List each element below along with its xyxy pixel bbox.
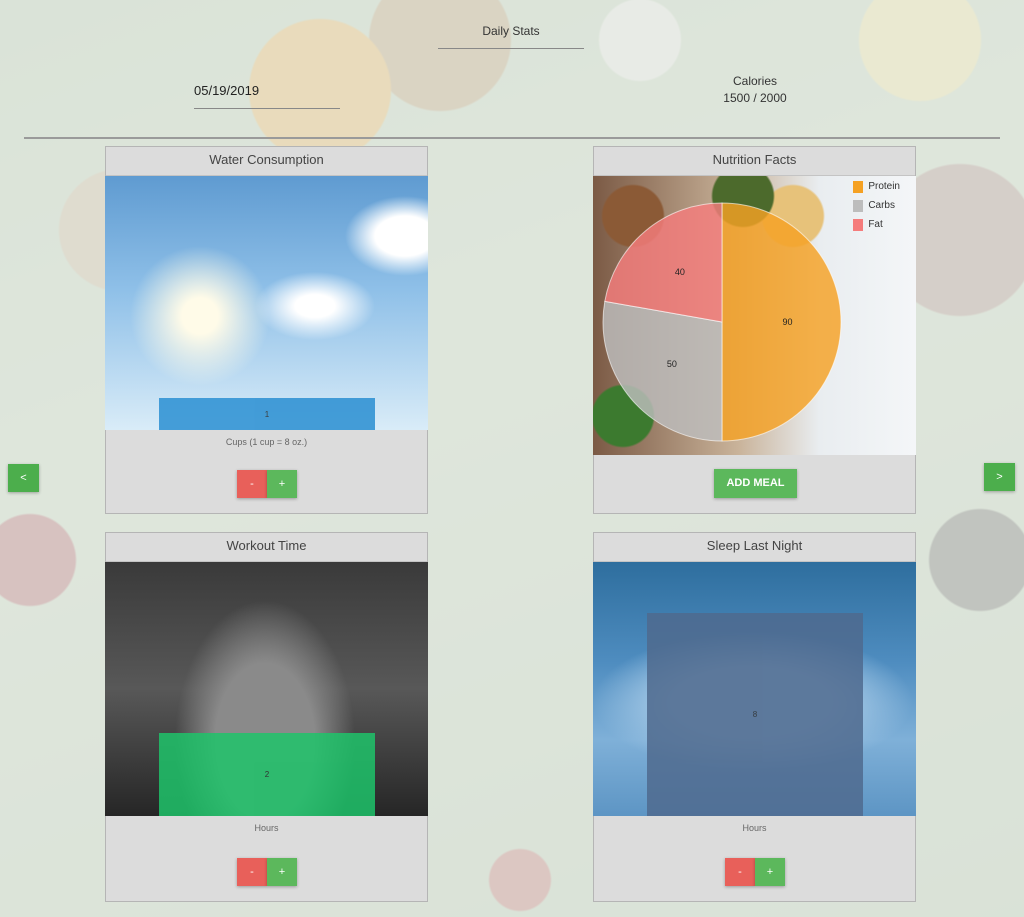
pie-label-protein: 90 — [782, 317, 792, 327]
page-title: Daily Stats — [438, 24, 584, 49]
sleep-caption: Hours — [742, 823, 767, 833]
workout-image: 2 — [105, 562, 428, 816]
pie-slice-fat — [604, 202, 723, 323]
nutrition-image: 90 50 40 Protein Carbs Fat — [593, 176, 916, 455]
sleep-decrement-button[interactable]: - — [725, 858, 755, 886]
water-stepper: - + — [237, 470, 297, 498]
workout-card: Workout Time 2 Hours - + — [105, 532, 428, 902]
water-image: 1 — [105, 176, 428, 430]
calories-summary: Calories 1500 / 2000 — [700, 73, 810, 107]
legend-label-carbs: Carbs — [868, 200, 895, 211]
legend-label-protein: Protein — [868, 181, 900, 192]
header-divider — [24, 137, 1000, 139]
workout-stepper: - + — [237, 858, 297, 886]
nutrition-card-title: Nutrition Facts — [594, 147, 915, 176]
workout-bar: 2 — [159, 733, 375, 816]
add-meal-button[interactable]: ADD MEAL — [714, 469, 797, 498]
calories-value: 1500 / 2000 — [723, 91, 787, 105]
water-card: Water Consumption 1 Cups (1 cup = 8 oz.)… — [105, 146, 428, 514]
water-caption: Cups (1 cup = 8 oz.) — [225, 437, 308, 447]
nutrition-legend: Protein Carbs Fat — [853, 177, 900, 234]
legend-label-fat: Fat — [868, 219, 883, 230]
workout-bar-value: 2 — [264, 770, 270, 779]
legend-item-carbs: Carbs — [853, 196, 900, 215]
sleep-stepper: - + — [725, 858, 785, 886]
pie-label-fat: 40 — [675, 267, 685, 277]
nutrition-card: Nutrition Facts 90 50 40 Protein Carbs Fat… — [593, 146, 916, 514]
sleep-bar: 8 — [647, 613, 863, 816]
sleep-increment-button[interactable]: + — [755, 858, 785, 886]
workout-caption: Hours — [254, 823, 279, 833]
sleep-card-title: Sleep Last Night — [594, 533, 915, 562]
legend-swatch-protein — [853, 180, 864, 193]
sleep-card: Sleep Last Night 8 Hours - + — [593, 532, 916, 902]
legend-item-protein: Protein — [853, 177, 900, 196]
workout-increment-button[interactable]: + — [267, 858, 297, 886]
sleep-bar-value: 8 — [752, 710, 758, 719]
water-decrement-button[interactable]: - — [237, 470, 267, 498]
water-increment-button[interactable]: + — [267, 470, 297, 498]
water-bar-value: 1 — [264, 409, 270, 419]
workout-card-title: Workout Time — [106, 533, 427, 562]
next-button[interactable]: > — [984, 463, 1015, 491]
pie-slice-carbs — [602, 300, 723, 442]
prev-button[interactable]: < — [8, 464, 39, 492]
pie-label-carbs: 50 — [667, 359, 677, 369]
legend-swatch-fat — [853, 218, 864, 231]
water-bar: 1 — [159, 398, 375, 430]
legend-item-fat: Fat — [853, 215, 900, 234]
water-card-title: Water Consumption — [106, 147, 427, 176]
workout-decrement-button[interactable]: - — [237, 858, 267, 886]
calories-label: Calories — [732, 74, 777, 88]
date-field[interactable]: 05/19/2019 — [194, 83, 340, 109]
legend-swatch-carbs — [853, 199, 864, 212]
sleep-image: 8 — [593, 562, 916, 816]
